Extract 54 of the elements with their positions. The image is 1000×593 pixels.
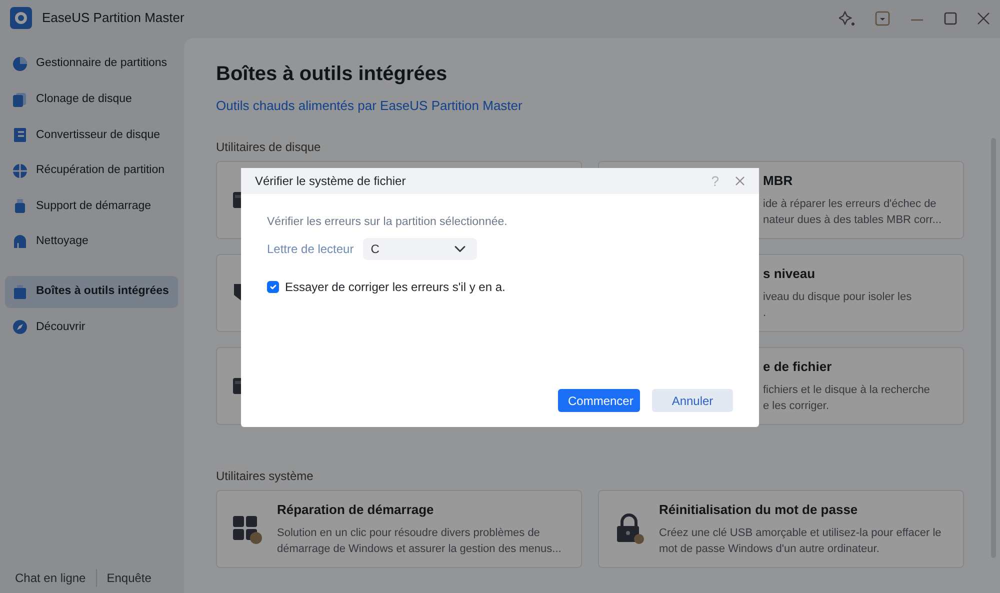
toolbox-icon [12,284,28,300]
card-title: MBR [763,172,794,190]
card-title: Réinitialisation du mot de passe [659,500,859,519]
field-label: Lettre de lecteur [267,241,354,258]
page-title: Boîtes à outils intégrées [216,62,448,86]
sparkle-icon[interactable] [839,10,855,26]
checkbox-label: Essayer de corriger les erreurs s'il y en a. [285,279,506,296]
card-description: mot de passe Windows d'un autre ordinateur. [659,542,880,558]
card-title: e de fichier [763,358,833,376]
dropdown-box-icon[interactable] [875,10,890,26]
tool-card[interactable]: Réparation de démarrage Solution en un clic pour résoudre divers problèmes de démarrage de Windows et assurer la gestion des menus... [216,490,582,568]
checkbox[interactable] [267,281,279,294]
maximize-icon[interactable] [944,12,957,24]
card-description: ide à réparer les erreurs d'échec de [763,197,938,212]
footer-link[interactable]: Chat en ligne [5,569,96,587]
cancel-button[interactable]: Annuler [652,389,733,412]
pie-chart-icon [12,56,28,72]
section-heading: Utilitaires de disque [216,138,322,156]
close-icon[interactable] [977,12,990,24]
convert-icon [12,127,28,144]
app-logo-icon [10,7,32,29]
card-description: Créez une clé USB amorçable et utilisez-la pour effacer le [659,526,942,542]
section-heading: Utilitaires système [216,468,314,484]
app-title: EaseUS Partition Master [42,9,184,28]
sidebar-item[interactable]: Clonage de disque [5,84,178,116]
card-description: iveau du disque pour isoler les [763,290,912,306]
recovery-icon [12,162,28,179]
sidebar-item[interactable]: Découvrir [5,311,178,344]
close-icon[interactable] [735,176,745,186]
card-description: Solution en un clic pour résoudre divers problèmes de [277,526,541,542]
card-description: . [763,306,768,322]
dialog-title: Vérifier le système de fichier [255,173,406,190]
card-title: Réparation de démarrage [277,500,435,519]
sidebar-item[interactable]: Support de démarrage [5,190,178,222]
sidebar-item[interactable]: Gestionnaire de partitions [5,48,178,80]
card-description: fichiers et le disque à la recherche [763,383,930,398]
card-description: nateur dues à des tables MBR corr... [763,213,942,228]
drive-letter-select[interactable]: C [362,238,477,260]
dialog-message: Vérifier les erreurs sur la partition sélectionnée. [267,215,508,230]
sidebar-item[interactable]: Récupération de partition [5,154,178,187]
sidebar-item[interactable]: Boîtes à outils intégrées [5,276,178,308]
usb-drive-icon [12,198,28,214]
tool-card[interactable]: Réinitialisation du mot de passe Créez une clé USB amorçable et utilisez-la pour effacer le mot de passe Windows d'un autre ordinateur. [598,490,964,568]
card-title: s niveau [763,264,816,283]
footer-link[interactable]: Enquête [96,569,162,587]
sidebar-item[interactable]: Nettoyage [5,226,178,258]
subtitle-link[interactable]: Outils chauds alimentés par EaseUS Partition Master [216,98,522,113]
broom-icon [12,234,28,250]
compass-icon [12,319,28,336]
start-button[interactable]: Commencer [558,389,640,412]
card-description: démarrage de Windows et assurer la gestion des menus... [277,542,562,558]
sidebar-item[interactable]: Convertisseur de disque [5,119,178,152]
card-description: e les corriger. [763,399,830,414]
copy-icon [12,92,28,108]
